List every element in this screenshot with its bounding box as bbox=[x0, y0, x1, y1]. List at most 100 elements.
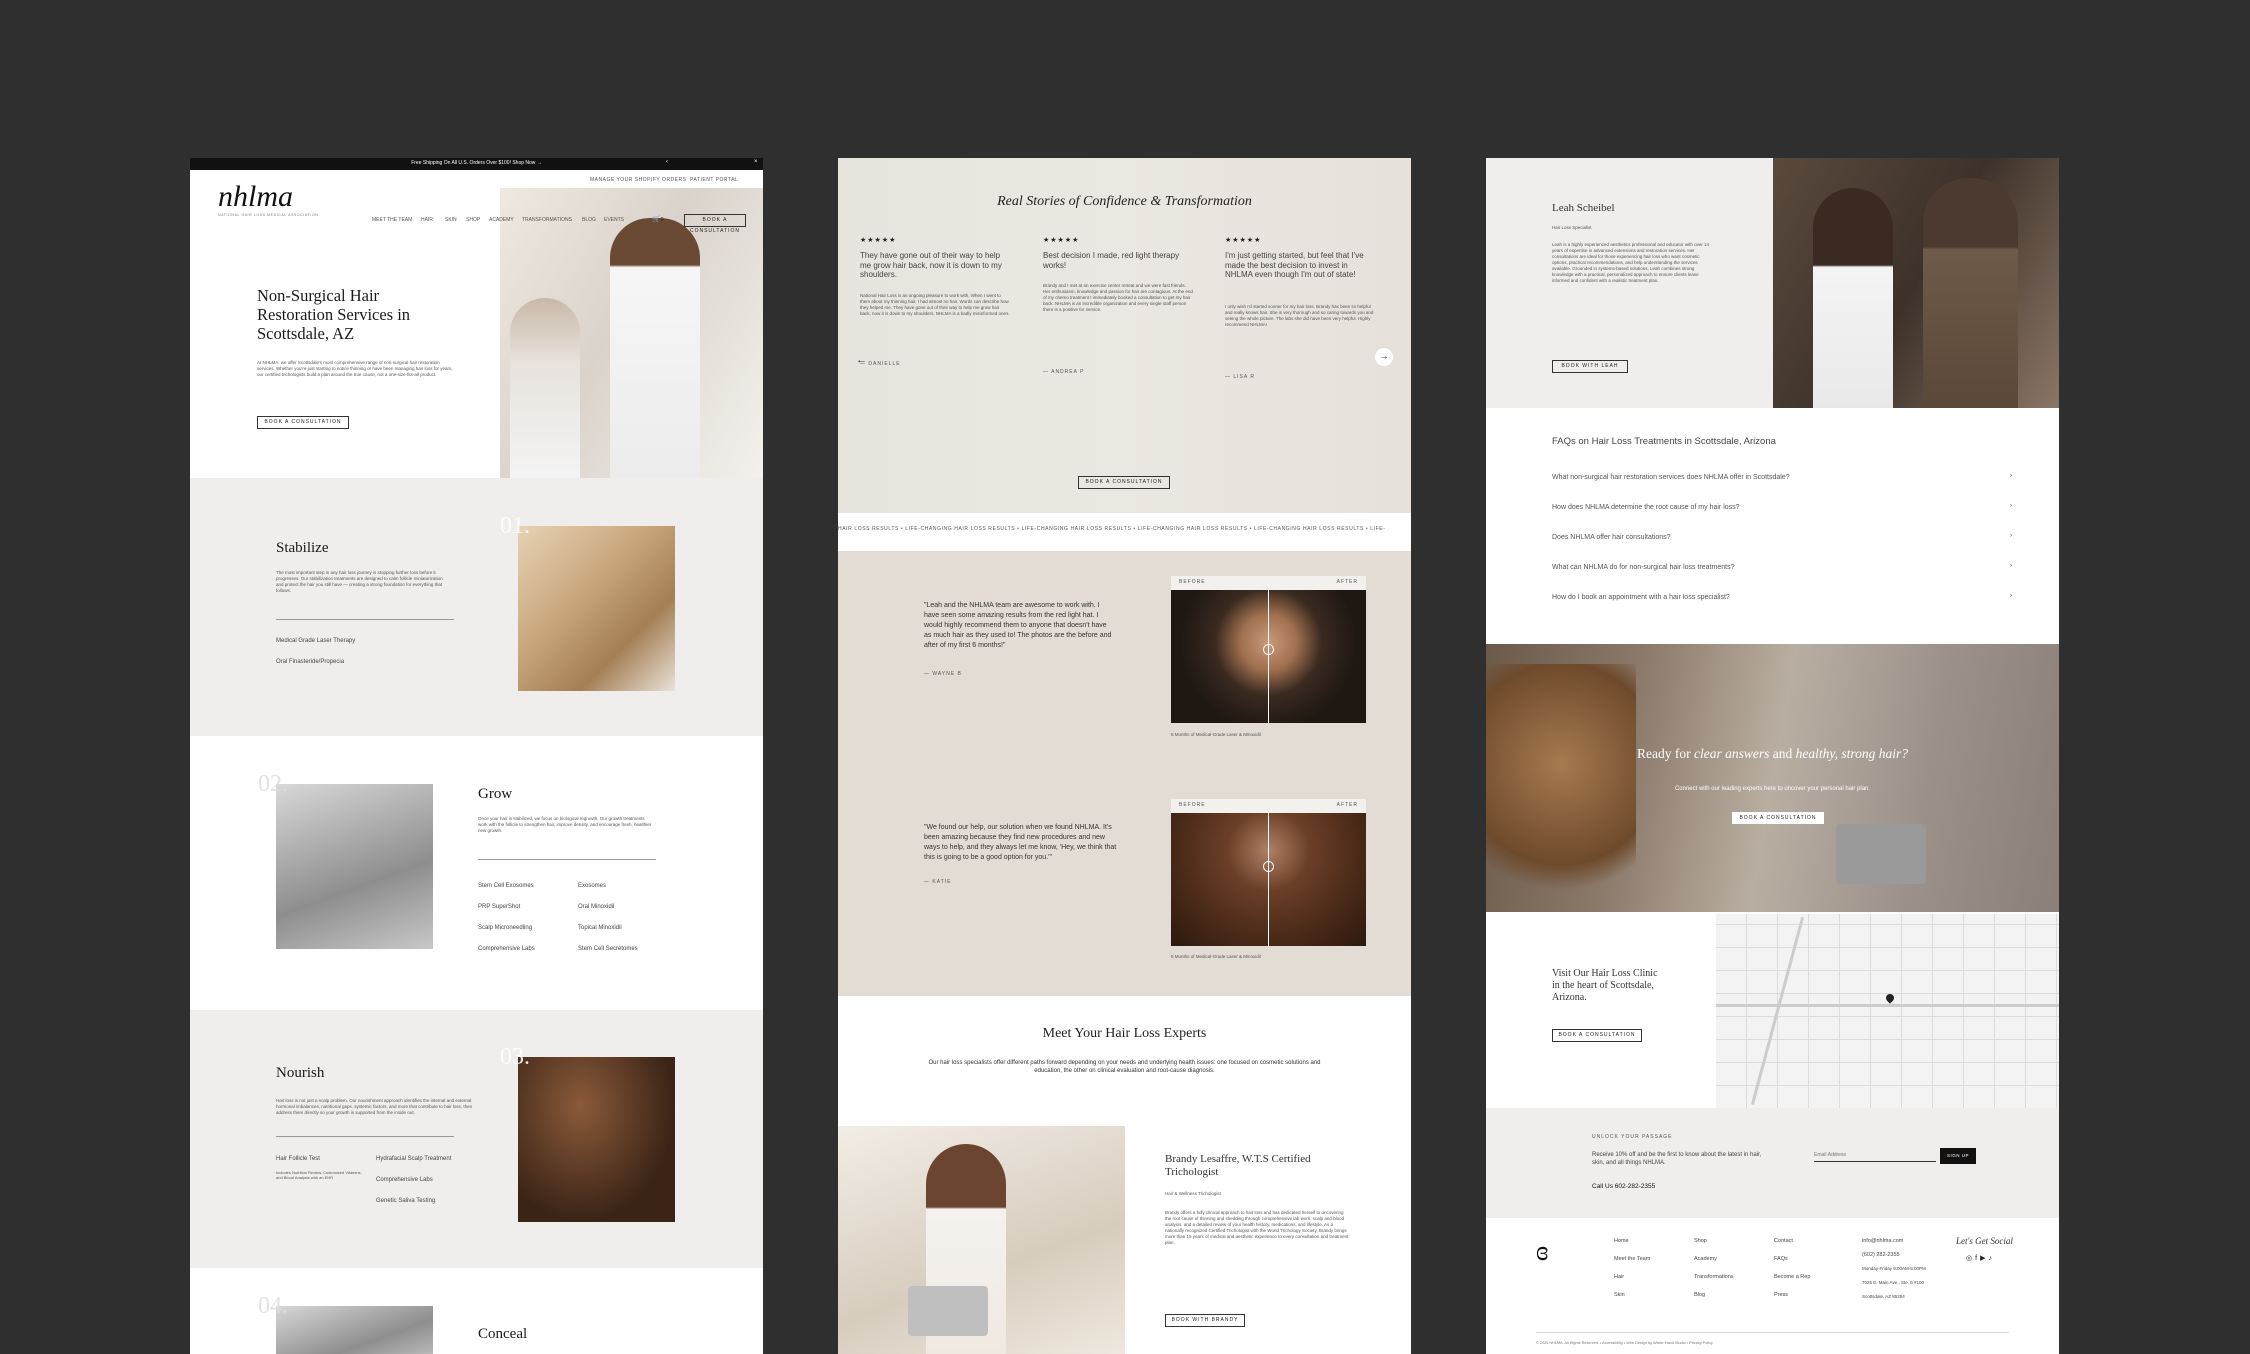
visit-consultation-button[interactable]: BOOK A CONSULTATION bbox=[1552, 1029, 1642, 1042]
conceal-number: 04. bbox=[258, 1293, 288, 1319]
faq-item[interactable]: How do I book an appointment with a hair… bbox=[1552, 593, 2012, 601]
before-after-image: BEFORE AFTER bbox=[1171, 576, 1366, 723]
nourish-item[interactable]: Hydrafacial Scalp Treatment bbox=[376, 1156, 451, 1162]
footer-link[interactable]: Skin bbox=[1614, 1292, 1625, 1298]
announcement-bar[interactable]: Free Shipping On All U.S. Orders Over $1… bbox=[190, 158, 763, 170]
newsletter-phone[interactable]: Call Us 602-282-2355 bbox=[1592, 1183, 1655, 1190]
nourish-item[interactable]: Hair Follicle Test bbox=[276, 1156, 320, 1162]
nourish-item[interactable]: Comprehensive Labs bbox=[376, 1177, 433, 1183]
cta-title: Ready for clear answers and healthy, str… bbox=[1486, 746, 2059, 762]
nav-academy[interactable]: ACADEMY bbox=[489, 217, 514, 224]
nav-skin[interactable]: SKIN bbox=[445, 217, 457, 224]
map-road bbox=[1750, 916, 1805, 1106]
footer-email[interactable]: info@nhlma.com bbox=[1862, 1238, 1903, 1244]
cta-consultation-button[interactable]: BOOK A CONSULTATION bbox=[1732, 812, 1824, 824]
arrow-right-icon[interactable]: → bbox=[1375, 348, 1393, 366]
before-label: BEFORE bbox=[1179, 579, 1206, 585]
slider-handle-icon[interactable] bbox=[1263, 644, 1274, 655]
book-brandy-button[interactable]: BOOK WITH BRANDY bbox=[1165, 1314, 1245, 1327]
signup-button[interactable]: SIGN UP bbox=[1940, 1148, 1976, 1164]
reviews-consultation-button[interactable]: BOOK A CONSULTATION bbox=[1078, 476, 1170, 489]
grow-item[interactable]: Exosomes bbox=[578, 883, 606, 889]
grow-item[interactable]: PRP SuperShot bbox=[478, 904, 520, 910]
split-line bbox=[1268, 799, 1269, 946]
footer-link[interactable]: Become a Rep bbox=[1774, 1274, 1810, 1280]
instagram-icon[interactable]: ◎ bbox=[1966, 1255, 1975, 1262]
footer-link[interactable]: Academy bbox=[1694, 1256, 1717, 1262]
nav-blog[interactable]: BLOG bbox=[582, 217, 596, 224]
top-link-portal[interactable]: PATIENT PORTAL bbox=[690, 177, 738, 183]
footer-link[interactable]: Transformations bbox=[1694, 1274, 1734, 1280]
doctor-figure bbox=[610, 218, 700, 478]
leah-photo bbox=[1773, 158, 2059, 408]
nourish-section: 03. Nourish Hair loss is not just a scal… bbox=[190, 1010, 763, 1268]
logo[interactable]: nhlma bbox=[218, 180, 293, 214]
footer-link[interactable]: Hair bbox=[1614, 1274, 1624, 1280]
nav-events[interactable]: EVENTS bbox=[604, 217, 624, 224]
stabilize-item-finasteride[interactable]: Oral Finasteride/Propecia bbox=[276, 659, 344, 665]
footer-link[interactable]: Meet the Team bbox=[1614, 1256, 1650, 1262]
cta-body: Connect with our leading experts here to… bbox=[1674, 786, 1871, 792]
footer-link[interactable]: Home bbox=[1614, 1238, 1629, 1244]
location-map[interactable] bbox=[1716, 914, 2059, 1108]
nav-consultation-button[interactable]: BOOK A CONSULTATION bbox=[684, 214, 746, 234]
close-icon[interactable]: × bbox=[754, 159, 758, 165]
grow-item[interactable]: Oral Minoxidil bbox=[578, 904, 614, 910]
tiktok-icon[interactable]: ♪ bbox=[1988, 1255, 1995, 1262]
grow-item[interactable]: Stem Cell Secretomes bbox=[578, 946, 638, 952]
hero-consultation-button[interactable]: BOOK A CONSULTATION bbox=[257, 416, 349, 429]
footer-link[interactable]: Contact bbox=[1774, 1238, 1793, 1244]
stabilize-item-laser[interactable]: Medical Grade Laser Therapy bbox=[276, 638, 355, 644]
patient-figure bbox=[510, 298, 580, 478]
grow-body: Once your hair is stabilized, we focus o… bbox=[478, 816, 652, 833]
stabilize-number: 01. bbox=[500, 513, 530, 539]
footer-link[interactable]: FAQs bbox=[1774, 1256, 1788, 1262]
grow-item[interactable]: Topical Minoxidil bbox=[578, 925, 622, 931]
cta-title-emphasis: healthy, strong hair? bbox=[1795, 746, 1908, 761]
slider-handle-icon[interactable] bbox=[1263, 861, 1274, 872]
nav-meet-team[interactable]: MEET THE TEAM bbox=[372, 217, 412, 224]
result-quote: "Leah and the NHLMA team are awesome to … bbox=[924, 602, 1112, 649]
chevron-right-icon: › bbox=[2010, 533, 2012, 539]
map-pin-icon[interactable] bbox=[1884, 992, 1896, 1004]
experts-body: Our hair loss specialists offer differen… bbox=[928, 1060, 1321, 1074]
cta-title-text: and bbox=[1769, 746, 1796, 761]
nav-shop[interactable]: SHOP bbox=[466, 217, 480, 224]
faq-item[interactable]: What can NHLMA do for non-surgical hair … bbox=[1552, 563, 2012, 571]
result-caption: 6 Months of Medical-Grade Laser & Minoxi… bbox=[1171, 954, 1261, 959]
client-figure bbox=[1813, 188, 1893, 408]
footer-link[interactable]: Blog bbox=[1694, 1292, 1705, 1298]
footer-link[interactable]: Press bbox=[1774, 1292, 1788, 1298]
footer-divider bbox=[1536, 1332, 2009, 1333]
review-body: I only wish I'd started sooner for my ha… bbox=[1225, 304, 1374, 327]
result-caption: 6 Months of Medical-Grade Laser & Minoxi… bbox=[1171, 732, 1261, 737]
faq-item[interactable]: What non-surgical hair restoration servi… bbox=[1552, 473, 2012, 481]
footer-phone[interactable]: (602) 282-2355 bbox=[1862, 1252, 1900, 1258]
visit-title: Visit Our Hair Loss Clinic in the heart … bbox=[1552, 968, 1658, 1003]
stabilize-image bbox=[518, 526, 675, 691]
grow-item[interactable]: Comprehensive Labs bbox=[478, 946, 535, 952]
chevron-left-icon[interactable]: ‹ bbox=[666, 159, 668, 165]
book-leah-button[interactable]: BOOK WITH LEAH bbox=[1552, 360, 1628, 373]
nourish-item[interactable]: Genetic Saliva Testing bbox=[376, 1198, 435, 1204]
nav-hair[interactable]: HAIR bbox=[421, 217, 433, 224]
review-author: — LISA R bbox=[1225, 374, 1255, 380]
grow-item[interactable]: Scalp Microneedling bbox=[478, 925, 532, 931]
announcement-text[interactable]: Free Shipping On All U.S. Orders Over $1… bbox=[190, 160, 763, 166]
faq-item[interactable]: Does NHLMA offer hair consultations? › bbox=[1552, 533, 2012, 541]
cta-banner: Ready for clear answers and healthy, str… bbox=[1486, 644, 2059, 912]
email-input[interactable] bbox=[1814, 1148, 1936, 1162]
leah-figure bbox=[1923, 178, 2018, 408]
result-quote: "We found our help, our solution when we… bbox=[924, 824, 1117, 861]
newsletter-body: Receive 10% off and be the first to know… bbox=[1592, 1152, 1762, 1166]
footer-link[interactable]: Shop bbox=[1694, 1238, 1707, 1244]
arrow-left-icon[interactable]: ← bbox=[856, 354, 867, 366]
grow-item[interactable]: Stem Cell Exosomes bbox=[478, 883, 534, 889]
footer-logo-icon[interactable]: ɞ bbox=[1536, 1236, 1548, 1268]
faq-item[interactable]: How does NHLMA determine the root cause … bbox=[1552, 503, 2012, 511]
cart-icon[interactable]: 🛒0 bbox=[652, 215, 664, 223]
nav-transformations[interactable]: TRANSFORMATIONS bbox=[522, 217, 572, 224]
stabilize-body: The most important step in any hair loss… bbox=[276, 570, 443, 593]
top-link-orders[interactable]: MANAGE YOUR SHOPIFY ORDERS bbox=[590, 177, 686, 183]
conceal-section: 04. Conceal bbox=[190, 1268, 763, 1354]
